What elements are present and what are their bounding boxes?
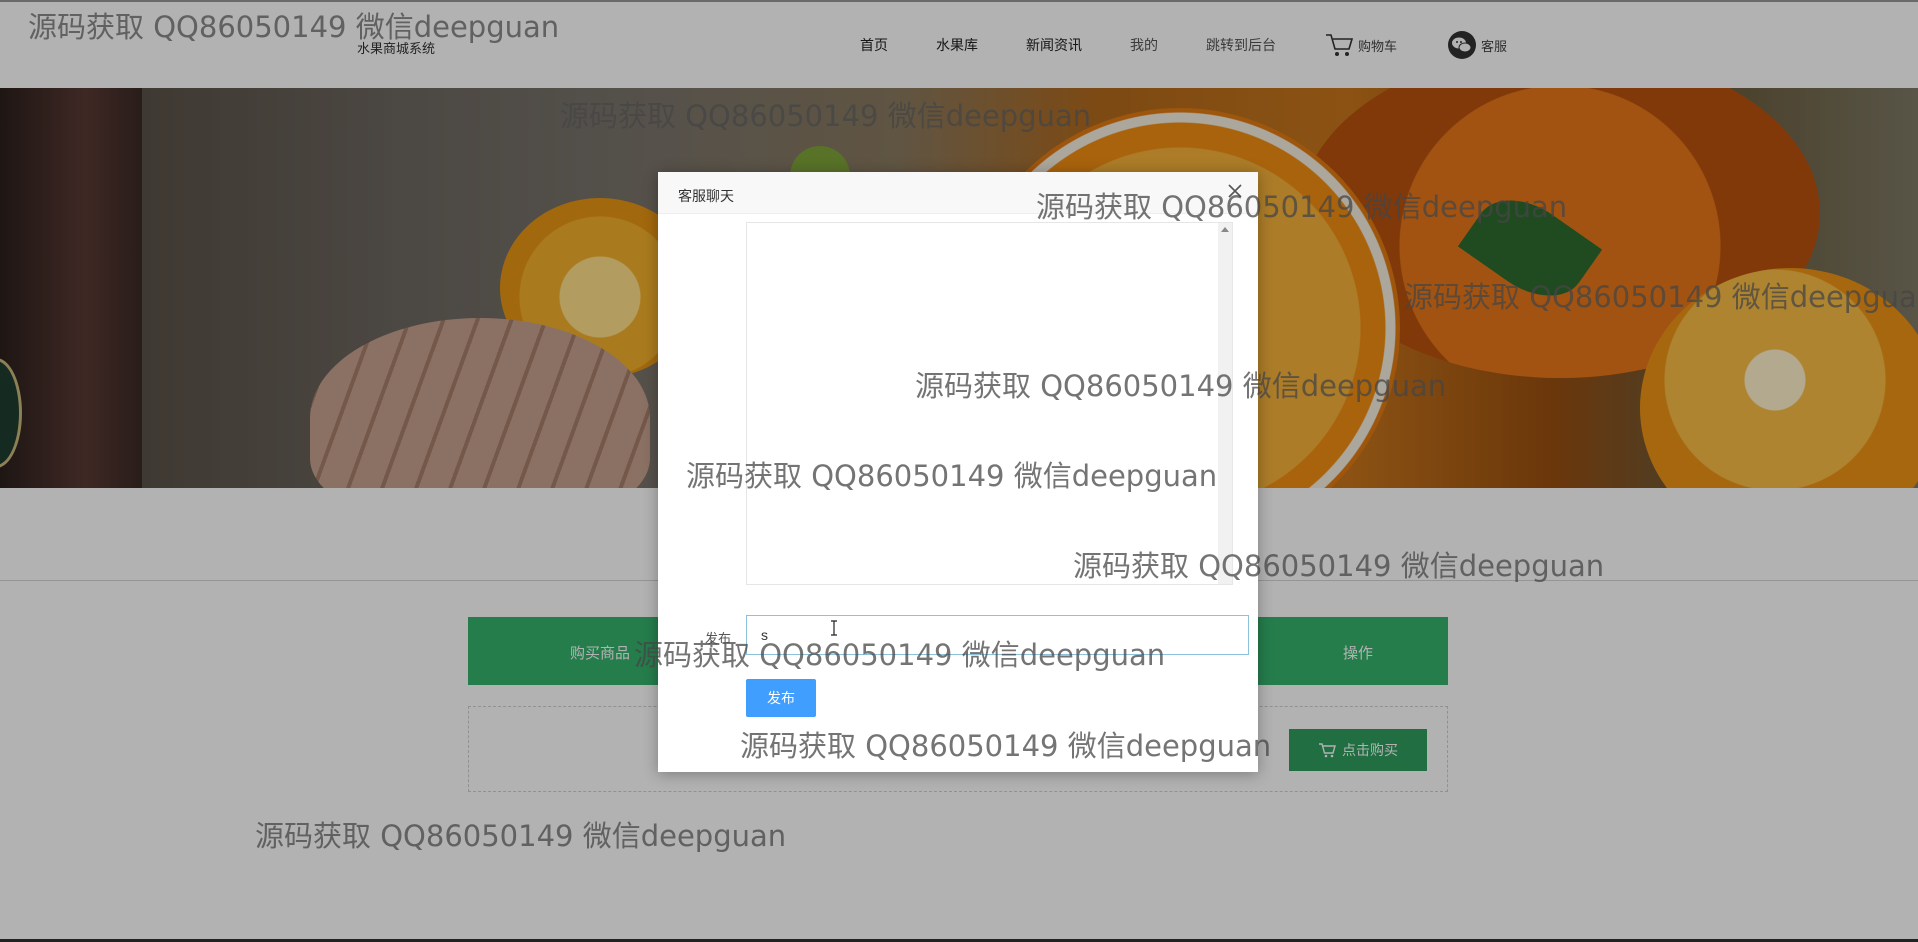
scroll-up-arrow-icon[interactable] — [1221, 227, 1229, 232]
dialog-title: 客服聊天 — [678, 188, 734, 204]
chat-scrollbar[interactable] — [1218, 223, 1232, 584]
chat-dialog: 客服聊天 发布 发布 — [658, 172, 1258, 772]
close-icon[interactable] — [1226, 182, 1244, 200]
submit-button[interactable]: 发布 — [746, 679, 816, 717]
chat-messages-area[interactable] — [746, 222, 1233, 585]
message-input[interactable] — [746, 615, 1249, 655]
dialog-title-bar: 客服聊天 — [658, 172, 1258, 214]
post-field-label: 发布 — [705, 631, 732, 646]
text-cursor-icon — [831, 620, 837, 636]
